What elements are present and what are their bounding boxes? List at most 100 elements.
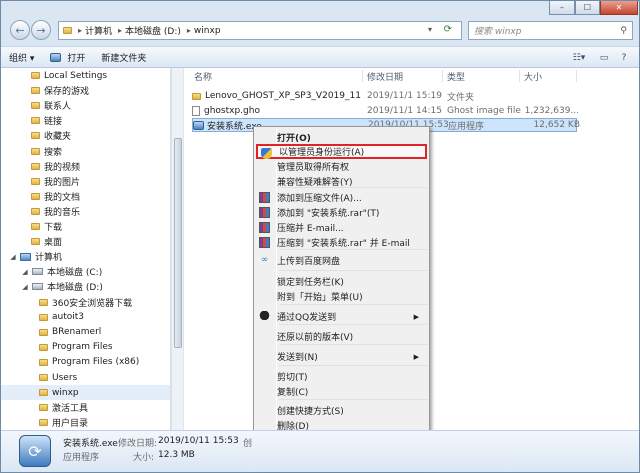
- sidebar-item[interactable]: Program Files (x86): [1, 355, 170, 370]
- sidebar-item[interactable]: Local Settings: [1, 68, 170, 83]
- sidebar-item[interactable]: 联系人: [1, 98, 170, 113]
- menu-item[interactable]: 附到「开始」菜单(U): [256, 289, 427, 304]
- sidebar-item-label: 链接: [44, 117, 63, 128]
- open-label: 打开: [67, 53, 86, 64]
- sidebar-item[interactable]: winxp: [1, 385, 170, 401]
- menu-item[interactable]: 添加到 "安装系统.rar"(T): [256, 205, 427, 220]
- file-row[interactable]: Lenovo_GHOST_XP_SP3_V2019_11 2019/11/1 15…: [192, 89, 577, 103]
- menu-item[interactable]: 管理员取得所有权: [256, 159, 427, 174]
- sidebar-item[interactable]: 我的视频: [1, 159, 170, 174]
- menu-item[interactable]: 以管理员身份运行(A): [256, 144, 427, 159]
- new-folder-button[interactable]: 新建文件夹: [93, 51, 154, 64]
- column-modified[interactable]: 修改日期: [367, 68, 403, 84]
- sidebar-item[interactable]: ◢ 本地磁盘 (D:): [1, 279, 170, 294]
- menu-item[interactable]: ∞ 上传到百度网盘: [256, 253, 427, 268]
- menu-item[interactable]: 添加到压缩文件(A)...: [256, 190, 427, 205]
- sidebar-item[interactable]: BRenamerl: [1, 325, 170, 340]
- sidebar-item[interactable]: 下载: [1, 219, 170, 234]
- column-name[interactable]: 名称: [194, 68, 212, 84]
- sidebar-item-label: 计算机: [35, 253, 63, 264]
- sidebar-item[interactable]: 桌面: [1, 234, 170, 249]
- scrollbar-thumb[interactable]: [174, 138, 182, 348]
- sidebar-item[interactable]: ◢ 本地磁盘 (C:): [1, 264, 170, 279]
- preview-pane-icon[interactable]: ▭: [594, 50, 614, 66]
- menu-item[interactable]: 打开(O): [256, 130, 427, 145]
- file-modified: 2019/11/1 15:19: [367, 91, 442, 101]
- sidebar-item[interactable]: ◢ 计算机: [1, 249, 170, 264]
- sidebar-item[interactable]: 我的文档: [1, 189, 170, 204]
- open-button[interactable]: 打开: [42, 51, 93, 64]
- back-button[interactable]: ←: [10, 20, 30, 40]
- folder-icon: [39, 313, 48, 321]
- search-input[interactable]: 搜索 winxp ⚲: [468, 21, 633, 40]
- file-icon: [192, 105, 200, 116]
- sidebar-item[interactable]: 我的音乐: [1, 204, 170, 219]
- new-folder-label: 新建文件夹: [101, 53, 147, 64]
- view-options-icon[interactable]: ☷▾: [569, 50, 589, 66]
- close-button[interactable]: ✕: [600, 1, 638, 15]
- sidebar-item[interactable]: 保存的游戏: [1, 83, 170, 98]
- sidebar-item-label: 收藏夹: [44, 132, 72, 143]
- column-divider[interactable]: [362, 70, 363, 82]
- address-bar[interactable]: ▸ 计算机 ▸ 本地磁盘 (D:) ▸ winxp ▾ ⟳: [58, 21, 462, 40]
- menu-item[interactable]: 锁定到任务栏(K): [256, 274, 427, 289]
- column-type[interactable]: 类型: [447, 68, 465, 84]
- menu-item-label: 管理员取得所有权: [277, 163, 350, 173]
- refresh-icon[interactable]: ⟳: [444, 24, 452, 35]
- column-divider[interactable]: [442, 70, 443, 82]
- sidebar-item-label: winxp: [52, 387, 79, 398]
- folder-icon: [31, 207, 40, 215]
- expand-arrow-icon[interactable]: ◢: [21, 283, 29, 291]
- sidebar-item[interactable]: 用户目录: [1, 415, 170, 430]
- explorer-window: – ☐ ✕ ← → ▸ 计算机 ▸ 本地磁盘 (D:) ▸ winxp ▾ ⟳ …: [0, 0, 640, 473]
- file-row[interactable]: ghostxp.gho 2019/11/1 14:15 Ghost image fi…: [192, 104, 579, 118]
- minimize-button[interactable]: –: [549, 1, 575, 15]
- sidebar-item[interactable]: 搜索: [1, 144, 170, 159]
- forward-button[interactable]: →: [31, 20, 51, 40]
- maximize-button[interactable]: ☐: [575, 1, 600, 15]
- folder-icon: [31, 162, 40, 170]
- sidebar-item[interactable]: autoit3: [1, 310, 170, 325]
- sidebar-item[interactable]: Users: [1, 370, 170, 385]
- help-icon[interactable]: ?: [614, 50, 634, 66]
- menu-item[interactable]: 压缩到 "安装系统.rar" 并 E-mail: [256, 235, 427, 250]
- file-size: 1,232,639...: [524, 105, 579, 116]
- menu-separator: [279, 270, 427, 271]
- sidebar-item[interactable]: 我的图片: [1, 174, 170, 189]
- menu-separator: [279, 324, 427, 325]
- sidebar-item[interactable]: Program Files: [1, 340, 170, 355]
- sidebar-item[interactable]: 链接: [1, 113, 170, 128]
- organize-button[interactable]: 组织 ▾: [1, 51, 42, 64]
- sidebar-item[interactable]: 360安全浏览器下载: [1, 295, 170, 310]
- menu-item[interactable]: 发送到(N) ▶: [256, 349, 427, 364]
- rar-icon: [259, 207, 270, 218]
- sidebar-item[interactable]: 激活工具: [1, 400, 170, 415]
- menu-item[interactable]: 创建快捷方式(S): [256, 403, 427, 418]
- menu-item[interactable]: 复制(C): [256, 384, 427, 399]
- menu-item[interactable]: 通过QQ发送到 ▶: [256, 309, 427, 324]
- folder-icon: [31, 72, 40, 79]
- sidebar-item[interactable]: 收藏夹: [1, 128, 170, 143]
- menu-item-label: 以管理员身份运行(A): [279, 148, 365, 158]
- expand-arrow-icon[interactable]: ◢: [21, 268, 29, 276]
- expand-arrow-icon[interactable]: ◢: [9, 253, 17, 261]
- menu-item[interactable]: 压缩并 E-mail...: [256, 220, 427, 235]
- file-type: Ghost image file: [447, 105, 521, 116]
- column-divider[interactable]: [576, 70, 577, 82]
- menu-item-label: 兼容性疑难解答(Y): [277, 178, 353, 188]
- menu-item[interactable]: 兼容性疑难解答(Y): [256, 174, 427, 189]
- history-dropdown-icon[interactable]: ▾: [428, 25, 432, 34]
- menu-item[interactable]: 还原以前的版本(V): [256, 329, 427, 344]
- menu-item[interactable]: 剪切(T): [256, 369, 427, 384]
- sidebar-item-label: 桌面: [44, 238, 63, 249]
- breadcrumb-drive-d[interactable]: 本地磁盘 (D:): [125, 24, 181, 37]
- folder-icon: [31, 132, 40, 140]
- column-divider[interactable]: [519, 70, 520, 82]
- sidebar-item-label: 保存的游戏: [44, 87, 90, 98]
- breadcrumb-computer[interactable]: 计算机: [85, 24, 112, 37]
- sidebar-item-label: 激活工具: [52, 404, 89, 415]
- navigation-pane-scrollbar[interactable]: [171, 68, 183, 430]
- column-size[interactable]: 大小: [524, 68, 542, 84]
- breadcrumb-winxp[interactable]: winxp: [194, 26, 221, 36]
- menu-item-label: 上传到百度网盘: [277, 257, 341, 267]
